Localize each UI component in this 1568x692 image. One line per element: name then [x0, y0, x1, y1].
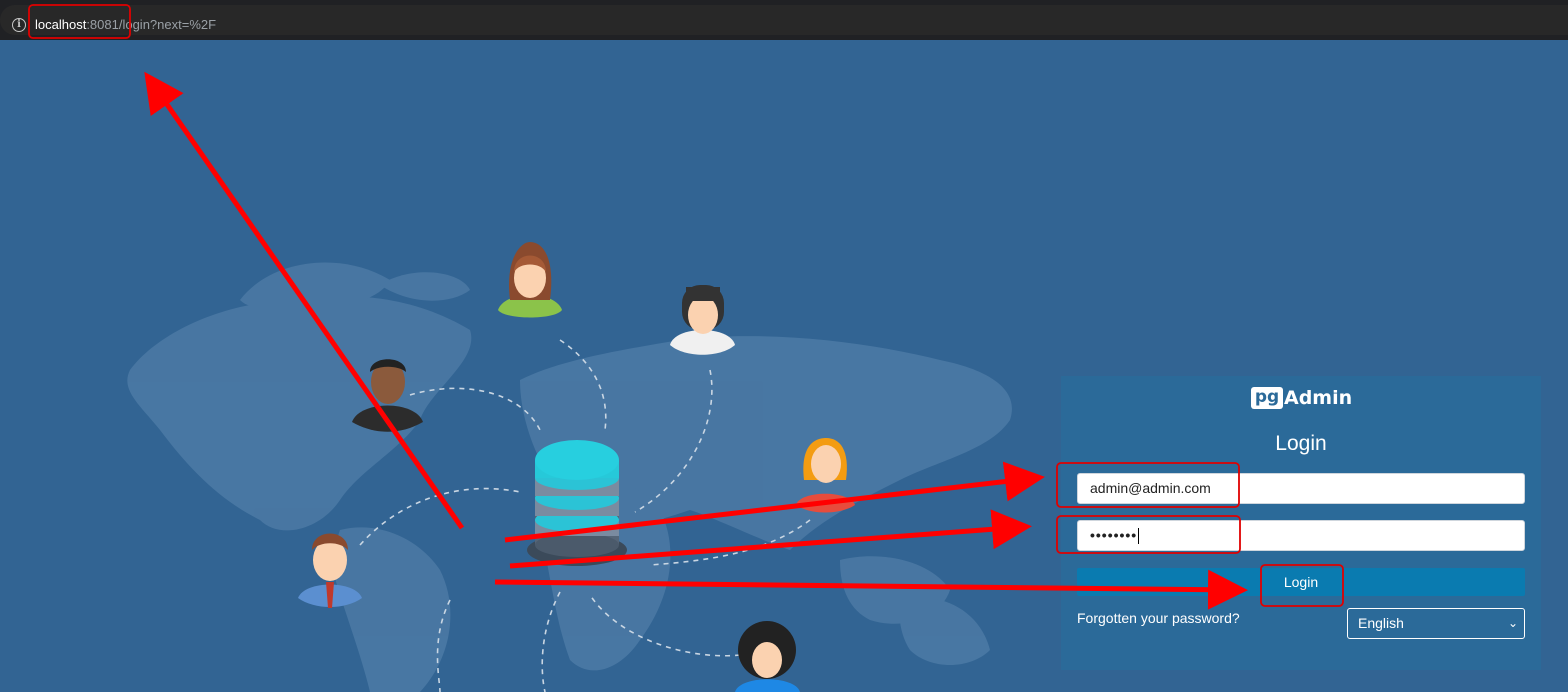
login-title: Login [1275, 432, 1327, 455]
pgadmin-logo: pg Admin [1251, 386, 1352, 410]
text-caret [1138, 528, 1140, 545]
language-selected: English [1358, 615, 1404, 631]
logo-pg-badge: pg [1251, 387, 1283, 409]
url-path: :8081/login?next=%2F [86, 17, 217, 32]
avatar-person-afro [735, 621, 800, 692]
url-text[interactable]: localhost:8081/login?next=%2F [35, 17, 216, 32]
logo-admin-text: Admin [1284, 387, 1353, 409]
login-button[interactable]: Login [1077, 568, 1525, 596]
login-panel: pg Admin Login admin@admin.com •••••••• … [1061, 376, 1541, 670]
login-page: pg Admin Login admin@admin.com •••••••• … [0, 40, 1568, 692]
language-select[interactable]: English ⌄ [1347, 608, 1525, 639]
chevron-down-icon: ⌄ [1507, 616, 1518, 630]
password-value: •••••••• [1090, 527, 1138, 543]
database-icon [527, 440, 627, 566]
forgot-password-link[interactable]: Forgotten your password? [1077, 610, 1240, 626]
info-icon[interactable]: i [12, 18, 26, 32]
url-field[interactable]: i localhost:8081/login?next=%2F [0, 5, 1568, 35]
email-field[interactable]: admin@admin.com [1077, 473, 1525, 504]
avatar-woman-black-hair [670, 285, 735, 355]
password-field[interactable]: •••••••• [1077, 520, 1525, 551]
browser-address-bar: i localhost:8081/login?next=%2F [0, 0, 1568, 40]
url-host: localhost [35, 17, 87, 32]
avatar-woman-brown-hair [498, 242, 562, 318]
email-value: admin@admin.com [1090, 480, 1211, 496]
